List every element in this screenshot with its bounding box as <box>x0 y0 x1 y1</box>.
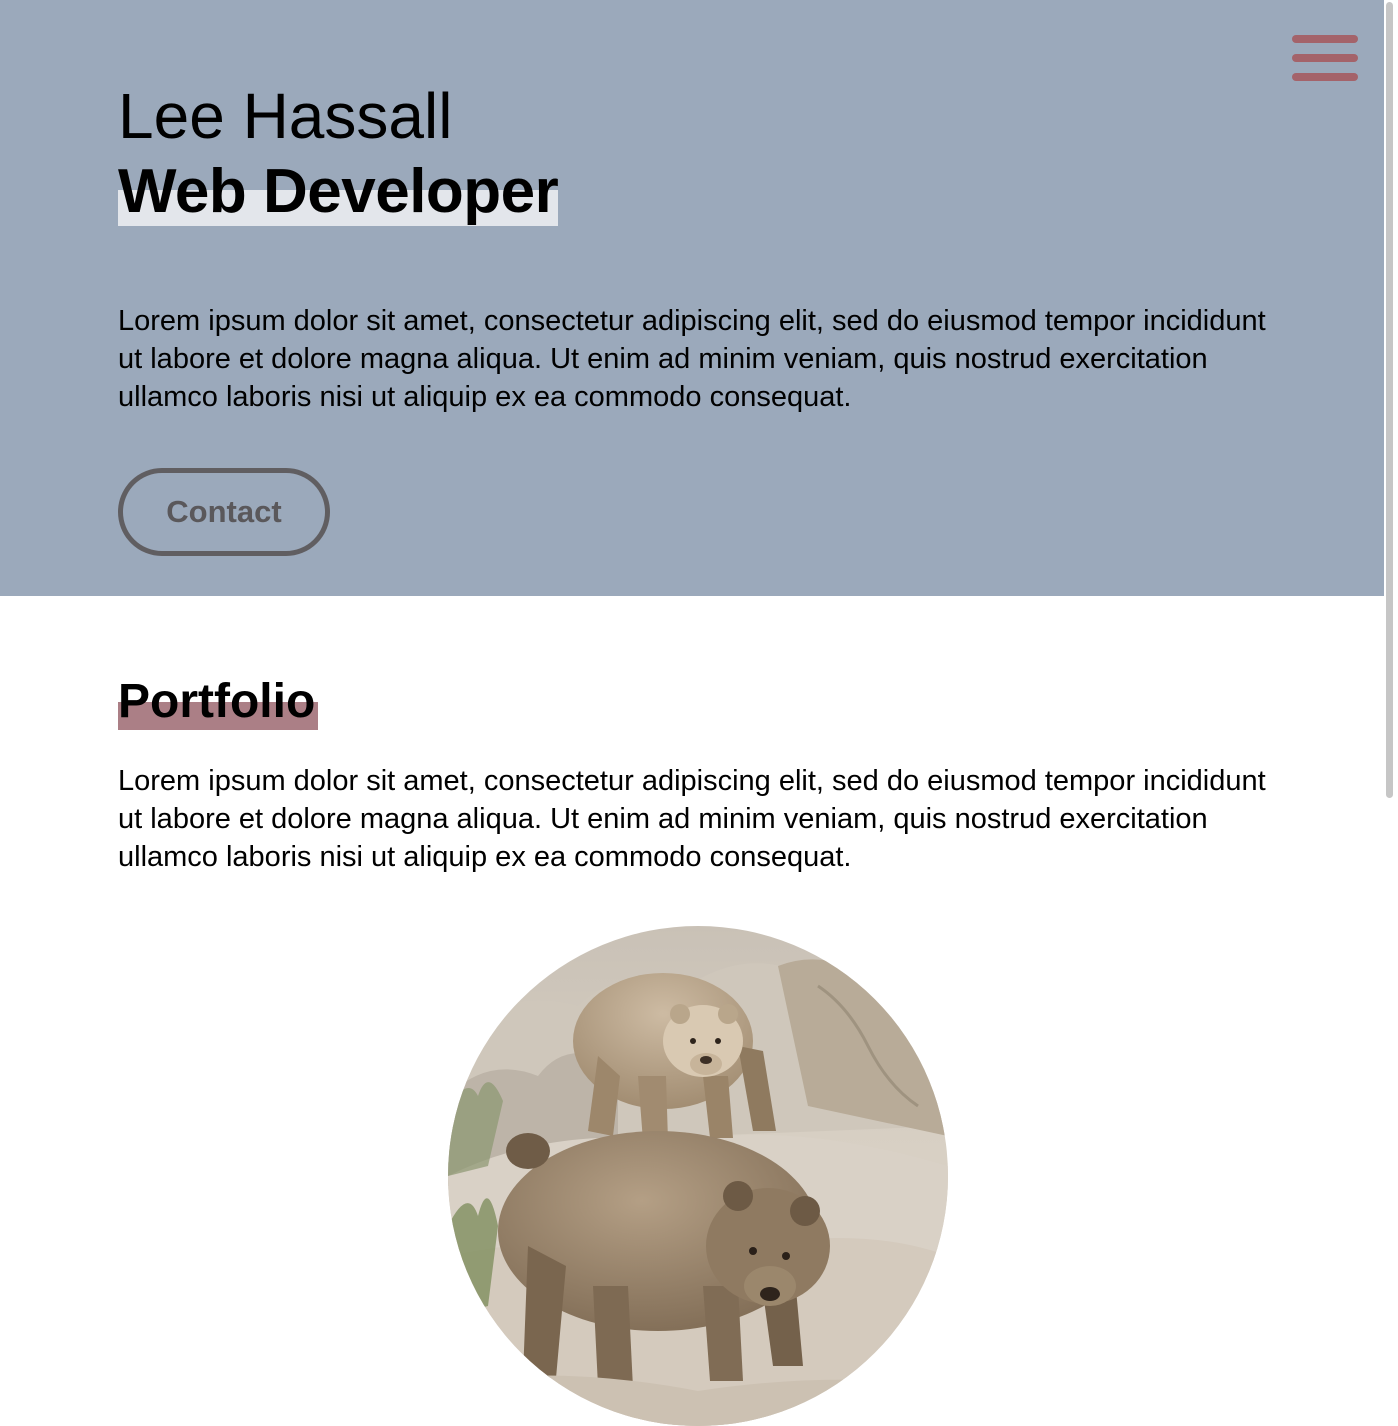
menu-bar <box>1292 54 1358 62</box>
portfolio-heading: Portfolio <box>118 672 318 732</box>
hamburger-menu-icon[interactable] <box>1290 32 1358 84</box>
job-title: Web Developer <box>118 154 559 230</box>
menu-bar <box>1292 73 1358 81</box>
owner-name: Lee Hassall <box>118 80 453 152</box>
portfolio-heading-text: Portfolio <box>118 675 316 728</box>
portfolio-intro-text: Lorem ipsum dolor sit amet, consectetur … <box>118 765 1266 873</box>
scrollbar-thumb[interactable] <box>1386 2 1393 798</box>
job-title-text: Web Developer <box>118 157 559 226</box>
hero-section: Lee Hassall Web Developer Lorem ipsum do… <box>0 0 1384 596</box>
hero-intro-text: Lorem ipsum dolor sit amet, consectetur … <box>118 305 1266 413</box>
portfolio-bears-image <box>448 926 948 1426</box>
contact-button[interactable]: Contact <box>118 468 330 556</box>
bears-image-illustration <box>448 926 948 1426</box>
menu-bar <box>1292 35 1358 43</box>
